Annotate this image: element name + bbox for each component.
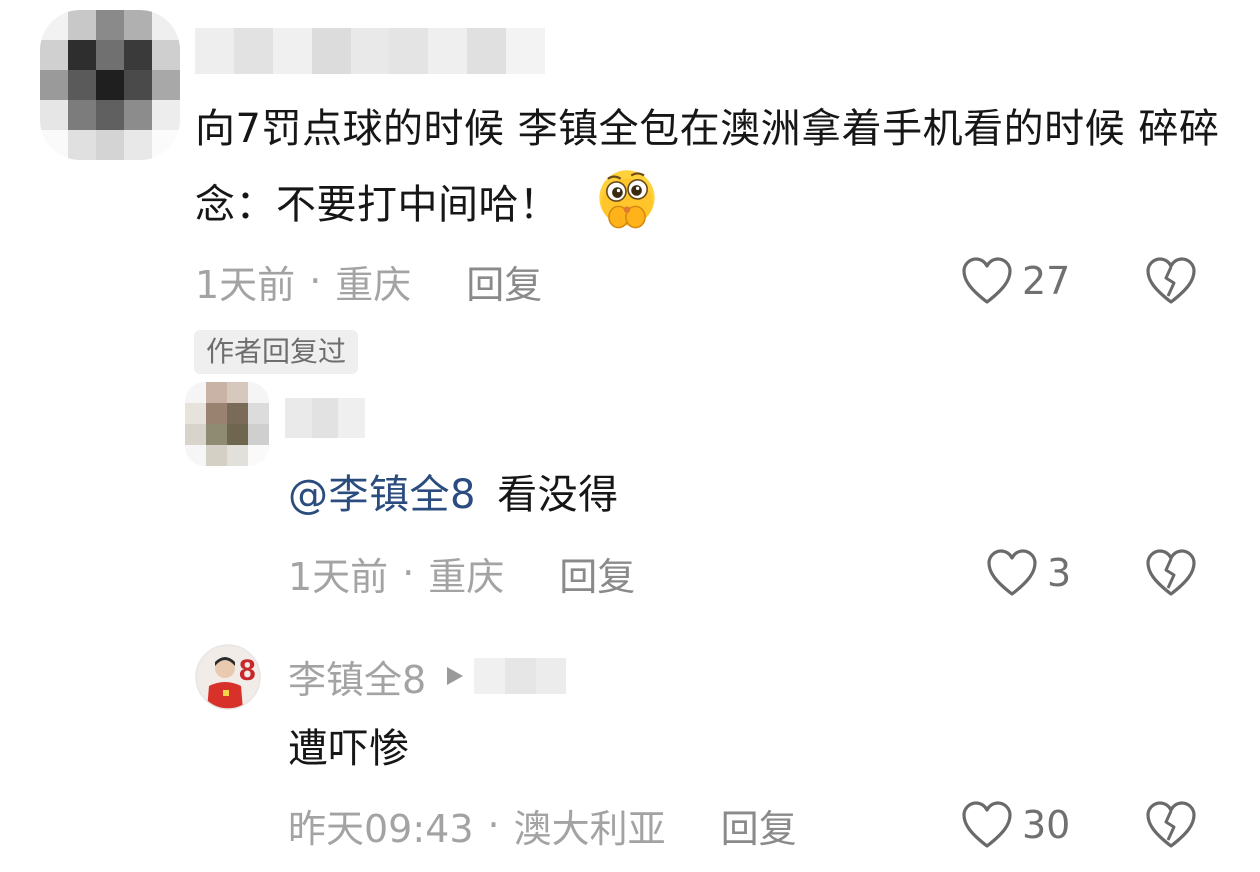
like-button[interactable]: 3: [985, 548, 1071, 598]
reply-button[interactable]: 回复: [466, 254, 542, 309]
reply2-text: 遭吓惨: [288, 726, 410, 772]
reply2-location: 澳大利亚: [513, 806, 666, 851]
comment-location: 重庆: [335, 262, 412, 307]
broken-heart-icon[interactable]: [1144, 256, 1198, 306]
author-username[interactable]: 李镇全8: [288, 649, 426, 704]
reply-button[interactable]: 回复: [721, 798, 797, 853]
reply1-avatar-blurred[interactable]: [185, 382, 269, 466]
comment-text: 向7罚点球的时候 李镇全包在澳洲拿着手机看的时候 碎碎念：不要打中间哈！: [195, 92, 1225, 242]
reply1-text: @李镇全8 看没得: [288, 458, 619, 532]
reply-button[interactable]: 回复: [559, 546, 635, 601]
comment-meta: 1天前 · 重庆 回复: [195, 254, 542, 309]
heart-outline-icon: [962, 257, 1012, 304]
like-button[interactable]: 30: [960, 800, 1070, 850]
meta-separator: ·: [402, 551, 415, 595]
broken-heart-icon[interactable]: [1144, 548, 1198, 598]
user-avatar-blurred[interactable]: [40, 10, 180, 160]
author-replied-badge: 作者回复过: [194, 330, 359, 374]
reply2-meta: 昨天09:43 · 澳大利亚 回复: [288, 798, 797, 853]
comment-time: 1天前: [195, 262, 296, 307]
mention-link[interactable]: @李镇全8: [288, 472, 476, 518]
comment-body: 向7罚点球的时候 李镇全包在澳洲拿着手机看的时候 碎碎念：不要打中间哈！: [195, 106, 1220, 228]
reply1-body: 看没得: [483, 472, 619, 518]
like-count: 30: [1022, 803, 1071, 847]
username-blurred[interactable]: [195, 28, 545, 74]
meta-separator: ·: [487, 803, 500, 847]
reply1-username-blurred[interactable]: [285, 398, 365, 438]
reply2-header: 李镇全8: [288, 652, 567, 702]
broken-heart-icon[interactable]: [1144, 800, 1198, 850]
meta-separator: ·: [309, 259, 322, 303]
svg-text:8: 8: [239, 654, 256, 687]
pleading-hands-emoji: [599, 170, 655, 229]
like-count: 27: [1022, 259, 1071, 303]
reply1-meta: 1天前 · 重庆 回复: [288, 546, 635, 601]
reply1-location: 重庆: [428, 554, 505, 599]
reply1-time: 1天前: [288, 554, 389, 599]
play-arrow-icon: [447, 667, 464, 685]
heart-outline-icon: [987, 549, 1037, 596]
author-avatar[interactable]: 8: [195, 644, 261, 710]
reply-target-username-blurred[interactable]: [474, 658, 567, 694]
heart-outline-icon: [962, 801, 1012, 848]
reply2-time: 昨天09:43: [288, 806, 474, 851]
like-count: 3: [1047, 551, 1072, 595]
like-button[interactable]: 27: [960, 256, 1070, 306]
